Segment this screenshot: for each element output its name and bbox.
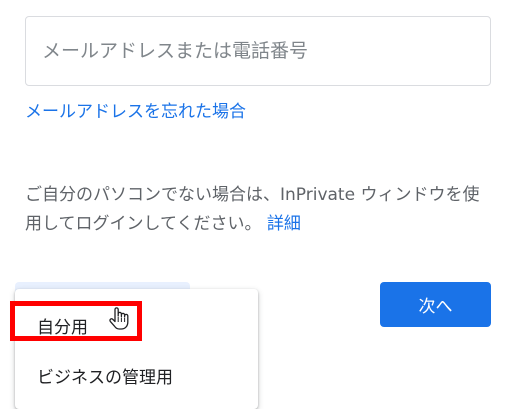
menu-item-business[interactable]: ビジネスの管理用 [15, 353, 258, 397]
forgot-email-link[interactable]: メールアドレスを忘れた場合 [25, 97, 246, 122]
hand-pointer-icon [109, 307, 129, 330]
learn-more-link[interactable]: 詳細 [267, 214, 301, 234]
guest-notice-text: ご自分のパソコンでない場合は、InPrivate ウィンドウを使用してログインし… [25, 185, 480, 234]
next-button[interactable]: 次へ [380, 282, 491, 327]
guest-mode-notice: ご自分のパソコンでない場合は、InPrivate ウィンドウを使用してログインし… [25, 181, 495, 239]
email-field[interactable] [25, 16, 491, 86]
